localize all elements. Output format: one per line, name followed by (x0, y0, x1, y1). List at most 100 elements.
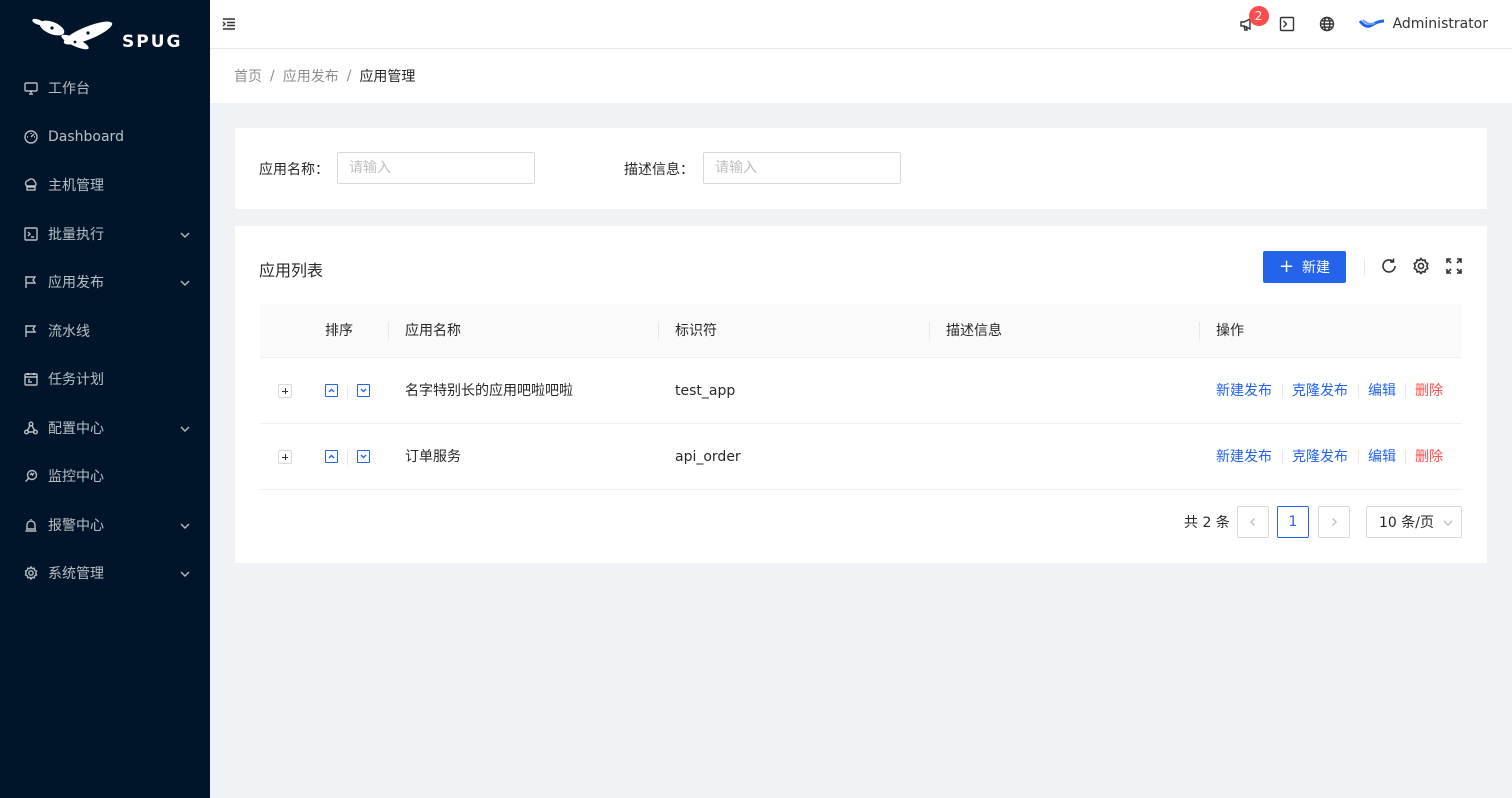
new-deploy-link[interactable]: 新建发布 (1216, 358, 1272, 424)
sidebar-item-label: 监控中心 (48, 469, 104, 485)
clone-deploy-link[interactable]: 克隆发布 (1292, 358, 1348, 424)
sidebar-item-label: 工作台 (48, 81, 90, 97)
move-up-button[interactable] (325, 450, 338, 463)
app-table: 排序 应用名称 标识符 描述信息 操作 名字特别长的应用吧啦吧啦 test_ap… (260, 304, 1462, 490)
sidebar-item-monitor[interactable]: 监控中心 (0, 456, 210, 496)
sidebar-item-label: Dashboard (48, 129, 124, 145)
action-divider (1282, 450, 1283, 464)
chevron-down-icon (180, 228, 190, 238)
sidebar-item-pipeline[interactable]: 流水线 (0, 311, 210, 351)
column-divider (388, 322, 389, 340)
page-1-button[interactable]: 1 (1277, 506, 1309, 538)
chevron-left-icon (1250, 518, 1255, 526)
table-header: 排序 应用名称 标识符 描述信息 操作 (260, 304, 1462, 358)
column-header-desc: 描述信息 (946, 323, 1002, 339)
avatar (1358, 19, 1384, 28)
app-list-card: 应用列表 + 新建 排序 应用名称 标识符 描述信息 操作 名字特别长的应用吧啦… (235, 226, 1487, 563)
chevron-down-icon (180, 276, 190, 286)
sidebar-item-label: 应用发布 (48, 275, 104, 291)
sidebar-item-alarm[interactable]: 报警中心 (0, 505, 210, 545)
new-app-button[interactable]: + 新建 (1263, 251, 1346, 283)
chevron-down-icon (180, 519, 190, 529)
sidebar-item-system[interactable]: 系统管理 (0, 553, 210, 593)
app-key-cell: api_order (675, 449, 741, 465)
user-menu[interactable]: Administrator (1347, 0, 1512, 48)
prev-page-button[interactable] (1237, 506, 1269, 538)
flag-icon (24, 324, 38, 338)
expand-row-button[interactable] (278, 384, 292, 398)
alert-icon (24, 518, 38, 532)
chevron-down-icon (180, 422, 190, 432)
page-size-select[interactable]: 10 条/页 (1366, 506, 1462, 538)
delete-link[interactable]: 删除 (1415, 424, 1443, 490)
column-divider (658, 322, 659, 340)
table-row: 名字特别长的应用吧啦吧啦 test_app 新建发布 克隆发布 编辑 删除 (260, 358, 1462, 424)
toolbar-divider (1364, 259, 1365, 275)
sort-divider (347, 385, 348, 399)
sidebar-item-label: 主机管理 (48, 178, 104, 194)
breadcrumb: 首页 / 应用发布 / 应用管理 (210, 49, 1512, 103)
chevron-down-icon (180, 567, 190, 577)
language-button[interactable] (1307, 0, 1347, 48)
deployment-unit-icon (24, 421, 38, 435)
table-row: 订单服务 api_order 新建发布 克隆发布 编辑 删除 (260, 424, 1462, 490)
action-divider (1358, 450, 1359, 464)
sidebar-item-config[interactable]: 配置中心 (0, 408, 210, 448)
move-up-button[interactable] (325, 384, 338, 397)
delete-link[interactable]: 删除 (1415, 358, 1443, 424)
edit-link[interactable]: 编辑 (1368, 358, 1396, 424)
sidebar-item-deploy[interactable]: 应用发布 (0, 262, 210, 302)
chevron-down-icon (360, 454, 367, 459)
new-button-label: 新建 (1302, 260, 1331, 276)
sidebar-item-label: 批量执行 (48, 227, 104, 243)
next-page-button[interactable] (1318, 506, 1350, 538)
move-down-button[interactable] (357, 450, 370, 463)
sidebar-item-batch-exec[interactable]: 批量执行 (0, 214, 210, 254)
chevron-down-icon (360, 388, 367, 393)
action-divider (1282, 384, 1283, 398)
app-name-input[interactable] (337, 152, 535, 184)
logo[interactable]: SPUG (0, 0, 210, 70)
sidebar-item-workbench[interactable]: 工作台 (0, 68, 210, 108)
notification-button[interactable]: 2 (1227, 0, 1269, 48)
column-header-actions: 操作 (1216, 323, 1244, 339)
menu-fold-icon[interactable] (222, 17, 236, 31)
sidebar-item-schedule[interactable]: 任务计划 (0, 359, 210, 399)
move-down-button[interactable] (357, 384, 370, 397)
breadcrumb-separator: / (346, 68, 352, 84)
edit-link[interactable]: 编辑 (1368, 424, 1396, 490)
sidebar-item-label: 流水线 (48, 324, 90, 340)
flag-icon (24, 275, 38, 289)
sidebar-item-dashboard[interactable]: Dashboard (0, 117, 210, 157)
breadcrumb-item-home[interactable]: 首页 (234, 66, 262, 86)
cloud-server-icon (24, 178, 38, 192)
schedule-icon (24, 372, 38, 386)
logo-text: SPUG (122, 32, 183, 52)
monitor-icon (24, 469, 38, 483)
global-icon (1319, 16, 1334, 32)
setting-icon[interactable] (1412, 257, 1430, 275)
column-header-key: 标识符 (675, 323, 717, 339)
pagination-total: 共 2 条 (1184, 515, 1230, 531)
description-input[interactable] (703, 152, 901, 184)
dashboard-icon (24, 130, 38, 144)
header-actions: 2 Administrator (1227, 0, 1512, 48)
web-terminal-button[interactable] (1267, 0, 1307, 48)
sort-divider (347, 451, 348, 465)
chevron-up-icon (328, 388, 335, 393)
expand-row-button[interactable] (278, 450, 292, 464)
column-divider (929, 322, 930, 340)
breadcrumb-item-deploy[interactable]: 应用发布 (283, 66, 339, 86)
app-name-cell: 订单服务 (405, 449, 461, 465)
reload-icon[interactable] (1380, 257, 1398, 275)
app-name-cell: 名字特别长的应用吧啦吧啦 (405, 383, 573, 399)
sidebar-item-hosts[interactable]: 主机管理 (0, 165, 210, 205)
breadcrumb-item-current: 应用管理 (359, 69, 416, 85)
app-name-label: 应用名称： (259, 162, 329, 178)
fullscreen-icon[interactable] (1445, 257, 1463, 275)
clone-deploy-link[interactable]: 克隆发布 (1292, 424, 1348, 490)
chevron-up-icon (328, 454, 335, 459)
column-divider (1199, 322, 1200, 340)
new-deploy-link[interactable]: 新建发布 (1216, 424, 1272, 490)
column-header-sort: 排序 (325, 323, 353, 339)
